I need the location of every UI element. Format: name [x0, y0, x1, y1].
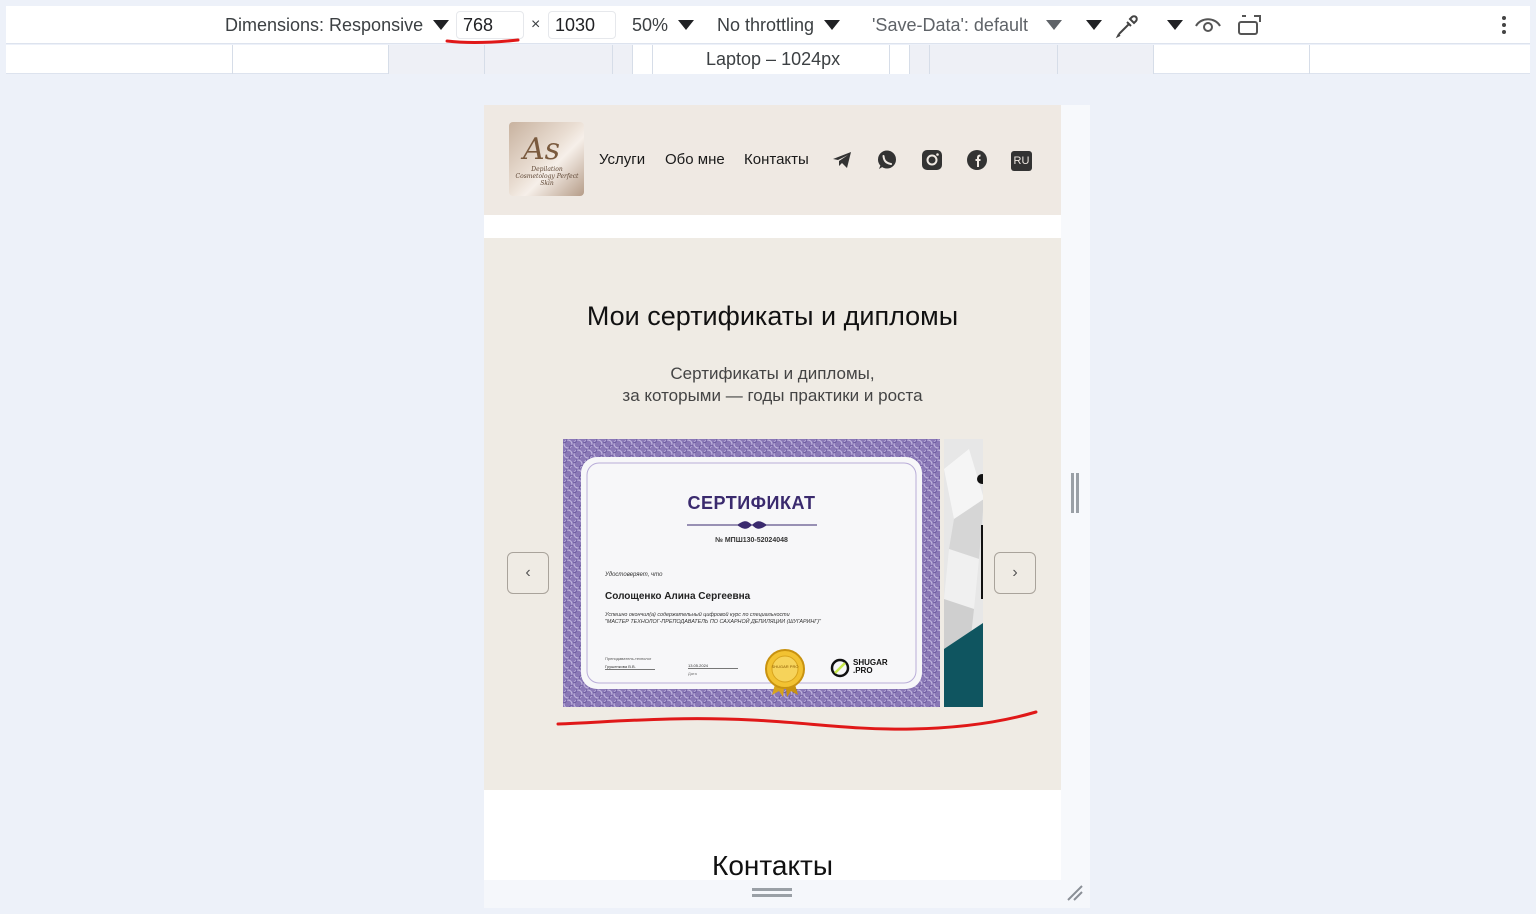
whatsapp-icon[interactable]	[876, 149, 898, 171]
annotation-underline-slider	[556, 710, 1038, 731]
subtitle-line-2: за которыми — годы практики и роста	[622, 386, 923, 405]
signer-name: Грушенкова В.В.	[605, 664, 655, 670]
certificate-slider[interactable]: СЕРТИФИКАТ № МПШ130-52024048 Удостоверяе…	[563, 439, 983, 707]
subtitle-line-1: Сертификаты и дипломы,	[670, 364, 875, 383]
resize-corner-icon[interactable]	[1064, 882, 1084, 902]
date-caption: Дата	[688, 671, 697, 676]
certificates-subtitle: Сертификаты и дипломы, за которыми — год…	[484, 363, 1061, 407]
throttling-label: No throttling	[717, 14, 815, 35]
chevron-down-icon	[1086, 20, 1102, 30]
height-input[interactable]: 1030	[548, 11, 616, 39]
nav-link-about[interactable]: Обо мне	[665, 151, 725, 168]
certificate-number: № МПШ130-52024048	[715, 537, 788, 544]
eyedropper-icon[interactable]	[1114, 13, 1140, 39]
logo-mark: As	[523, 132, 561, 167]
nav-link-contacts[interactable]: Контакты	[744, 151, 809, 168]
throttling-dropdown[interactable]: No throttling	[717, 6, 841, 44]
chevron-down-icon	[1045, 20, 1062, 30]
resize-handle-right[interactable]	[1071, 473, 1079, 513]
shugar-logo-icon	[830, 658, 850, 678]
facebook-icon[interactable]	[966, 149, 988, 171]
dimensions-label: Dimensions: Responsive	[225, 14, 424, 35]
zoom-dropdown[interactable]: 50%	[632, 6, 695, 44]
contacts-title: Контакты	[712, 850, 833, 880]
resize-handle-bottom[interactable]	[752, 888, 792, 898]
media-query-label: Laptop – 1024px	[706, 49, 841, 69]
nav-link-services[interactable]: Услуги	[599, 151, 645, 168]
media-query-bar[interactable]: Laptop – 1024px	[6, 45, 1530, 74]
certificate-slide-next[interactable]	[944, 439, 983, 707]
slider-next-button[interactable]: ›	[994, 552, 1036, 594]
certificate-recipient: Солощенко Алина Сергеевна	[605, 591, 751, 602]
chevron-down-icon	[1167, 20, 1183, 30]
logo-tagline: Depilation Cosmetology Perfect Skin	[515, 166, 579, 187]
save-data-dropdown[interactable]: 'Save-Data': default	[872, 6, 1062, 44]
save-data-label: 'Save-Data': default	[872, 14, 1028, 35]
eye-icon[interactable]	[1194, 14, 1222, 36]
zoom-label: 50%	[632, 14, 669, 35]
certificates-title: Мои сертификаты и дипломы	[586, 301, 959, 331]
device-posture-dropdown[interactable]	[1076, 6, 1102, 44]
site-header: As Depilation Cosmetology Perfect Skin У…	[484, 105, 1061, 215]
dimensions-dropdown[interactable]: Dimensions: Responsive	[225, 6, 450, 44]
certificate-date: 13.05.2024	[688, 663, 738, 669]
gold-seal-icon	[765, 649, 805, 697]
times-sign: ×	[531, 16, 541, 33]
certificate-certifies: Удостоверяет, что	[605, 572, 663, 578]
ornament-divider	[687, 521, 817, 529]
language-switch[interactable]: RU	[1011, 151, 1032, 171]
chevron-right-icon: ›	[1012, 564, 1018, 581]
slider-prev-button[interactable]: ‹	[507, 552, 549, 594]
chevron-left-icon: ‹	[525, 564, 531, 581]
instagram-icon[interactable]	[921, 149, 943, 171]
more-options-dropdown[interactable]	[1157, 6, 1183, 44]
chevron-down-icon	[433, 20, 450, 30]
chevron-down-icon	[678, 20, 695, 30]
site-logo[interactable]: As Depilation Cosmetology Perfect Skin	[509, 122, 584, 196]
chevron-down-icon	[824, 20, 841, 30]
rotate-icon[interactable]	[1236, 14, 1264, 38]
seal-text: SHUGAR PRO	[771, 664, 799, 669]
devtools-toolbar: Dimensions: Responsive 768 × 1030 50% No…	[6, 6, 1530, 44]
certificate-content: СЕРТИФИКАТ № МПШ130-52024048 Удостоверяе…	[563, 439, 940, 707]
certificate-text: Успешно окончил(а) содержательный цифров…	[605, 612, 821, 625]
kebab-menu-icon[interactable]	[1502, 16, 1506, 34]
telegram-icon[interactable]	[831, 149, 853, 171]
device-viewport[interactable]: As Depilation Cosmetology Perfect Skin У…	[484, 105, 1061, 880]
certificate-heading: СЕРТИФИКАТ	[687, 493, 816, 513]
brand-logo-text: SHUGAR .PRO	[853, 658, 888, 675]
signer-role: Преподаватель-технолог	[605, 656, 652, 661]
